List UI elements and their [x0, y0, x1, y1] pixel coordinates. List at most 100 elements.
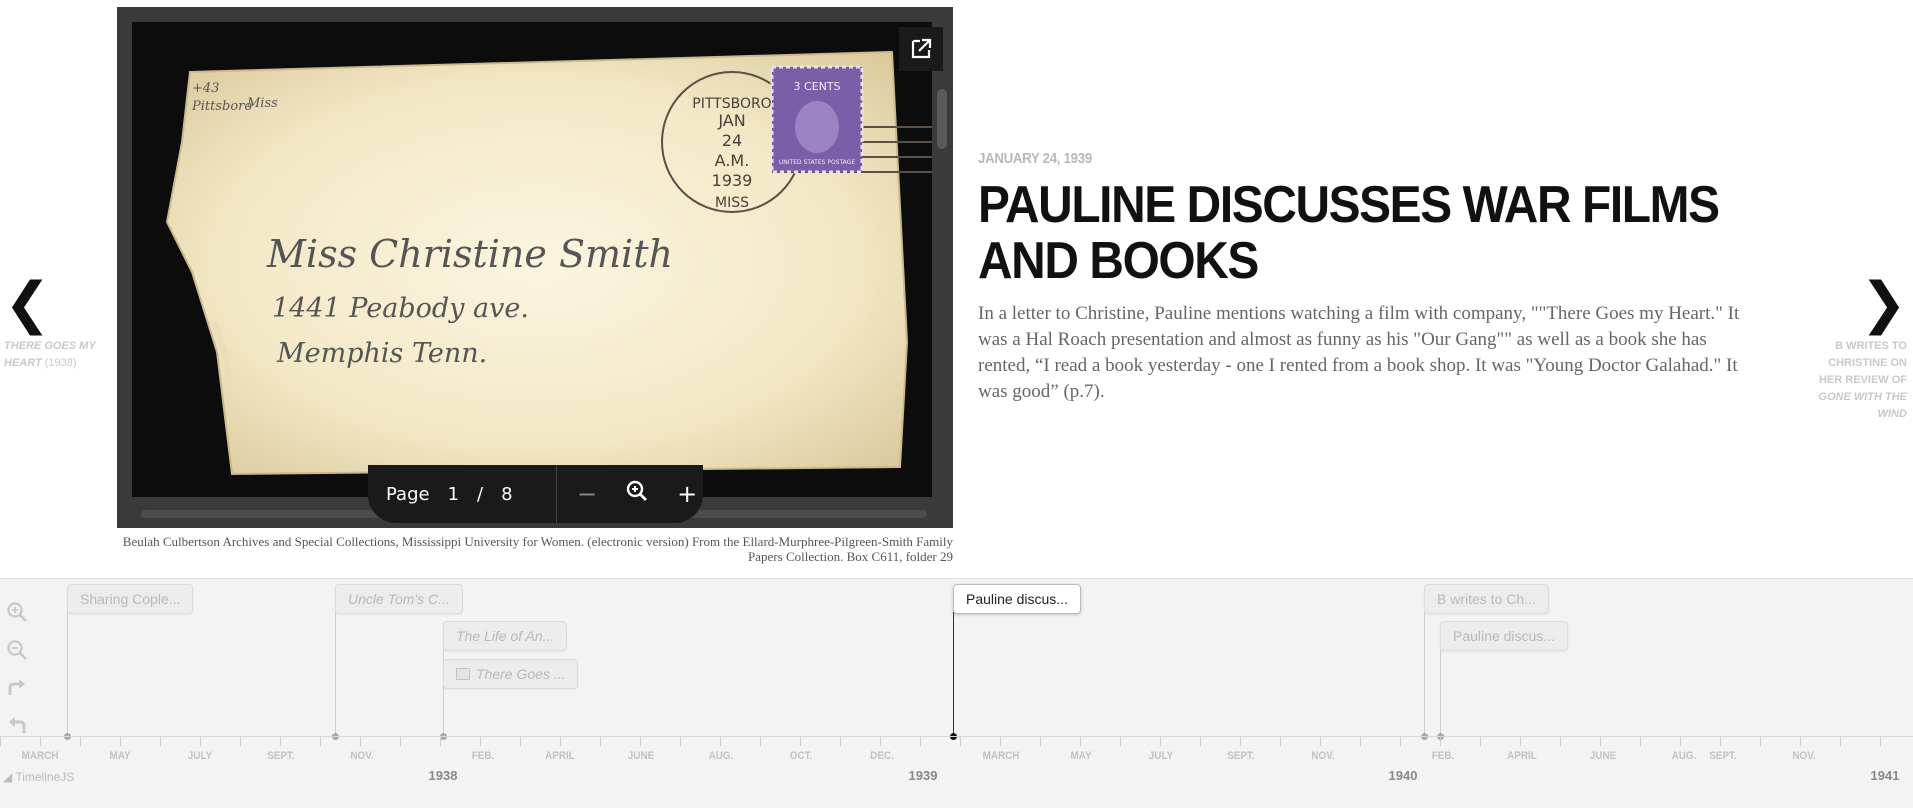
zoom-out-button[interactable]: −: [577, 480, 597, 508]
axis-tick: [1200, 736, 1201, 746]
month-label: NOV.: [350, 750, 374, 762]
axis-tick: [1480, 736, 1481, 746]
axis-tick: [1320, 736, 1321, 746]
timeline-event-flag[interactable]: Uncle Tom's C...: [335, 584, 463, 614]
year-label: 1939: [908, 768, 938, 783]
axis-tick: [1880, 736, 1881, 746]
month-label: APRIL: [545, 750, 575, 762]
axis-tick: [600, 736, 601, 746]
svg-text:3 CENTS: 3 CENTS: [793, 80, 840, 93]
page-separator: /: [477, 483, 484, 505]
month-label: JUNE: [627, 750, 655, 762]
axis-tick: [120, 736, 121, 746]
magnifier-icon: [626, 480, 648, 501]
current-page-input[interactable]: 1: [448, 484, 459, 505]
axis-tick: [720, 736, 721, 746]
marker-line: [443, 687, 444, 736]
month-label: AUG.: [1671, 750, 1697, 762]
page-controls: Page 1 / 8 − +: [368, 465, 703, 523]
axis-tick: [760, 736, 761, 746]
axis-tick: [800, 736, 801, 746]
axis-tick: [520, 736, 521, 746]
month-label: MARCH: [982, 750, 1020, 762]
svg-text:PITTSBORO: PITTSBORO: [692, 96, 771, 112]
chevron-right-icon[interactable]: ❯: [1807, 276, 1907, 332]
svg-text:24: 24: [722, 131, 742, 150]
axis-tick: [1040, 736, 1041, 746]
event-label: B writes to Ch...: [1437, 591, 1536, 607]
axis-baseline: [0, 736, 1913, 737]
timeline-event-flag[interactable]: Pauline discus...: [1440, 621, 1568, 651]
zoom-reset-button[interactable]: [625, 479, 649, 509]
timeline-event-flag[interactable]: Sharing Cople...: [67, 584, 194, 614]
vertical-scrollbar[interactable]: [937, 89, 947, 149]
zoom-out-icon[interactable]: [4, 635, 30, 665]
timeline-event-flag[interactable]: There Goes ...: [443, 659, 579, 689]
open-external-button[interactable]: [899, 27, 943, 71]
svg-text:MISS: MISS: [715, 195, 749, 211]
axis-tick: [680, 736, 681, 746]
axis-tick: [960, 736, 961, 746]
svg-text:JAN: JAN: [717, 111, 745, 130]
timeline-tools: [4, 597, 32, 749]
axis-tick: [320, 736, 321, 746]
next-slide-label[interactable]: B writes to Christine on her review of G…: [1807, 338, 1907, 423]
month-label: NOV.: [1311, 750, 1335, 762]
axis-tick: [1240, 736, 1241, 746]
timelinejs-credit[interactable]: ◢ TimelineJS: [3, 770, 74, 784]
chevron-left-icon[interactable]: ❮: [4, 276, 104, 332]
month-label: DEC.: [870, 750, 894, 762]
timeline-axis: MARCH MAY JULY SEPT. NOV. FEB. APRIL JUNE AUG. OC…: [0, 736, 1913, 808]
previous-slide-label[interactable]: There Goes My Heart (1938): [4, 338, 104, 372]
year-label: 1940: [1388, 768, 1418, 783]
svg-text:Miss Christine Smith: Miss Christine Smith: [266, 232, 673, 276]
month-label: APRIL: [1507, 750, 1537, 762]
svg-text:UNITED STATES POSTAGE: UNITED STATES POSTAGE: [779, 159, 855, 166]
axis-tick: [1760, 736, 1761, 746]
previous-slide-nav[interactable]: ❮ There Goes My Heart (1938): [4, 276, 104, 372]
axis-tick: [840, 736, 841, 746]
axis-tick: [80, 736, 81, 746]
timeline-event-flag[interactable]: B writes to Ch...: [1424, 584, 1549, 614]
timeline-event-flag[interactable]: Pauline discus...: [953, 584, 1081, 614]
zoom-in-icon[interactable]: [4, 597, 30, 627]
month-label: SEPT.: [267, 750, 295, 762]
zoom-in-button[interactable]: +: [677, 480, 697, 508]
month-label: MARCH: [21, 750, 59, 762]
marker-line: [953, 612, 954, 736]
month-label: JULY: [1148, 750, 1174, 762]
axis-tick: [1280, 736, 1281, 746]
event-label: Pauline discus...: [1453, 628, 1555, 644]
svg-text:A.M.: A.M.: [715, 151, 750, 170]
marker-line: [1440, 649, 1441, 736]
month-label: JUNE: [1589, 750, 1617, 762]
svg-text:+43: +43: [192, 81, 219, 96]
next-slide-nav[interactable]: ❯ B writes to Christine on her review of…: [1807, 276, 1907, 423]
svg-text:Memphis Tenn.: Memphis Tenn.: [276, 338, 487, 369]
timeline-event-flag[interactable]: The Life of An...: [443, 621, 568, 651]
timeline-nav: Sharing Cople... Uncle Tom's C... The Life…: [0, 578, 1913, 808]
page-label: Page: [386, 483, 430, 505]
slide-body: In a letter to Christine, Pauline mentio…: [978, 303, 1740, 402]
month-label: NOV.: [1792, 750, 1816, 762]
axis-tick: [1160, 736, 1161, 746]
document-viewer: +43 Pittsboro Miss Miss Christine Smith …: [117, 7, 953, 528]
year-label: 1941: [1870, 768, 1900, 783]
media-caption: Beulah Culbertson Archives and Special C…: [122, 534, 953, 564]
axis-tick: [1120, 736, 1121, 746]
forward-icon[interactable]: [4, 673, 30, 703]
axis-tick: [640, 736, 641, 746]
axis-tick: [0, 736, 1, 746]
axis-tick: [160, 736, 161, 746]
month-label: JULY: [187, 750, 213, 762]
axis-tick: [1840, 736, 1841, 746]
axis-tick: [440, 736, 441, 746]
postage-stamp: 3 CENTS UNITED STATES POSTAGE: [770, 65, 864, 174]
slide-text: JANUARY 24, 1939 PAULINE DISCUSSES WAR F…: [978, 150, 1748, 405]
document-page[interactable]: +43 Pittsboro Miss Miss Christine Smith …: [132, 22, 932, 497]
axis-tick: [880, 736, 881, 746]
axis-tick: [1600, 736, 1601, 746]
month-label: SEPT.: [1709, 750, 1737, 762]
event-label: There Goes ...: [476, 666, 566, 682]
month-label: FEB.: [471, 750, 495, 762]
